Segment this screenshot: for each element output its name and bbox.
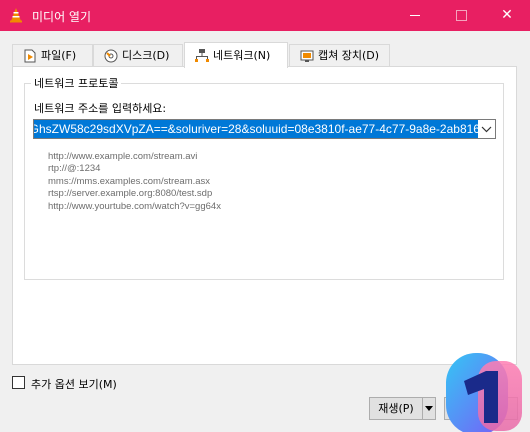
network-url-combobox[interactable]: dGhsZW58c29sdXVpZA==&soluriver=28&soluui… [33,119,496,139]
play-dropdown-button[interactable] [423,397,436,420]
network-url-value: dGhsZW58c29sdXVpZA==&soluriver=28&soluui… [34,120,478,138]
url-example: mms://mms.examples.com/stream.asx [48,175,211,187]
url-example: rtsp://server.example.org:8080/test.sdp [48,188,213,200]
url-example: rtp://@:1234 [48,163,101,175]
network-tab-panel: 네트워크 프로토콜 네트워크 주소를 입력하세요: dGhsZW58c29sdX… [12,66,517,365]
overlay-logo-icon [446,353,522,432]
network-protocol-group-title: 네트워크 프로토콜 [31,75,122,91]
network-url-input[interactable]: dGhsZW58c29sdXVpZA==&soluriver=28&soluui… [34,120,478,138]
network-url-label: 네트워크 주소를 입력하세요: [34,102,167,115]
tab-network[interactable]: 네트워크(N) [184,42,288,68]
url-examples: http://www.example.com/stream.avi rtp://… [48,151,221,213]
url-example: http://www.example.com/stream.avi [48,151,198,162]
show-more-options-checkbox[interactable] [12,376,25,389]
close-button[interactable]: ✕ [484,0,530,31]
caret-down-icon [425,406,433,411]
tab-network-label: 네트워크(N) [213,49,271,62]
minimize-icon [410,14,420,16]
show-more-options-label[interactable]: 추가 옵션 보기(M) [31,376,117,392]
tab-disc-label: 디스크(D) [122,49,170,62]
file-icon [24,49,36,63]
play-button[interactable]: 재생(P) [369,397,423,420]
disc-icon [104,49,118,63]
tab-file[interactable]: 파일(F) [12,44,93,66]
title-bar: 미디어 열기 ✕ [0,0,530,31]
maximize-button[interactable] [438,0,484,31]
vlc-cone-icon [10,8,22,23]
tab-disc[interactable]: 디스크(D) [93,44,183,66]
network-protocol-group: 네트워크 프로토콜 네트워크 주소를 입력하세요: dGhsZW58c29sdX… [24,75,504,280]
minimize-button[interactable] [392,0,438,31]
tab-capture-device[interactable]: 캡쳐 장치(D) [289,44,390,66]
capture-device-icon [300,50,314,62]
maximize-icon [455,9,467,21]
close-icon: ✕ [501,7,513,23]
url-example: http://www.yourtube.com/watch?v=gg64x [48,200,221,212]
tab-capture-device-label: 캡쳐 장치(D) [318,49,380,62]
network-icon [195,49,209,62]
window-title: 미디어 열기 [32,10,92,24]
chevron-down-icon[interactable] [478,120,495,138]
tab-file-label: 파일(F) [41,49,77,62]
